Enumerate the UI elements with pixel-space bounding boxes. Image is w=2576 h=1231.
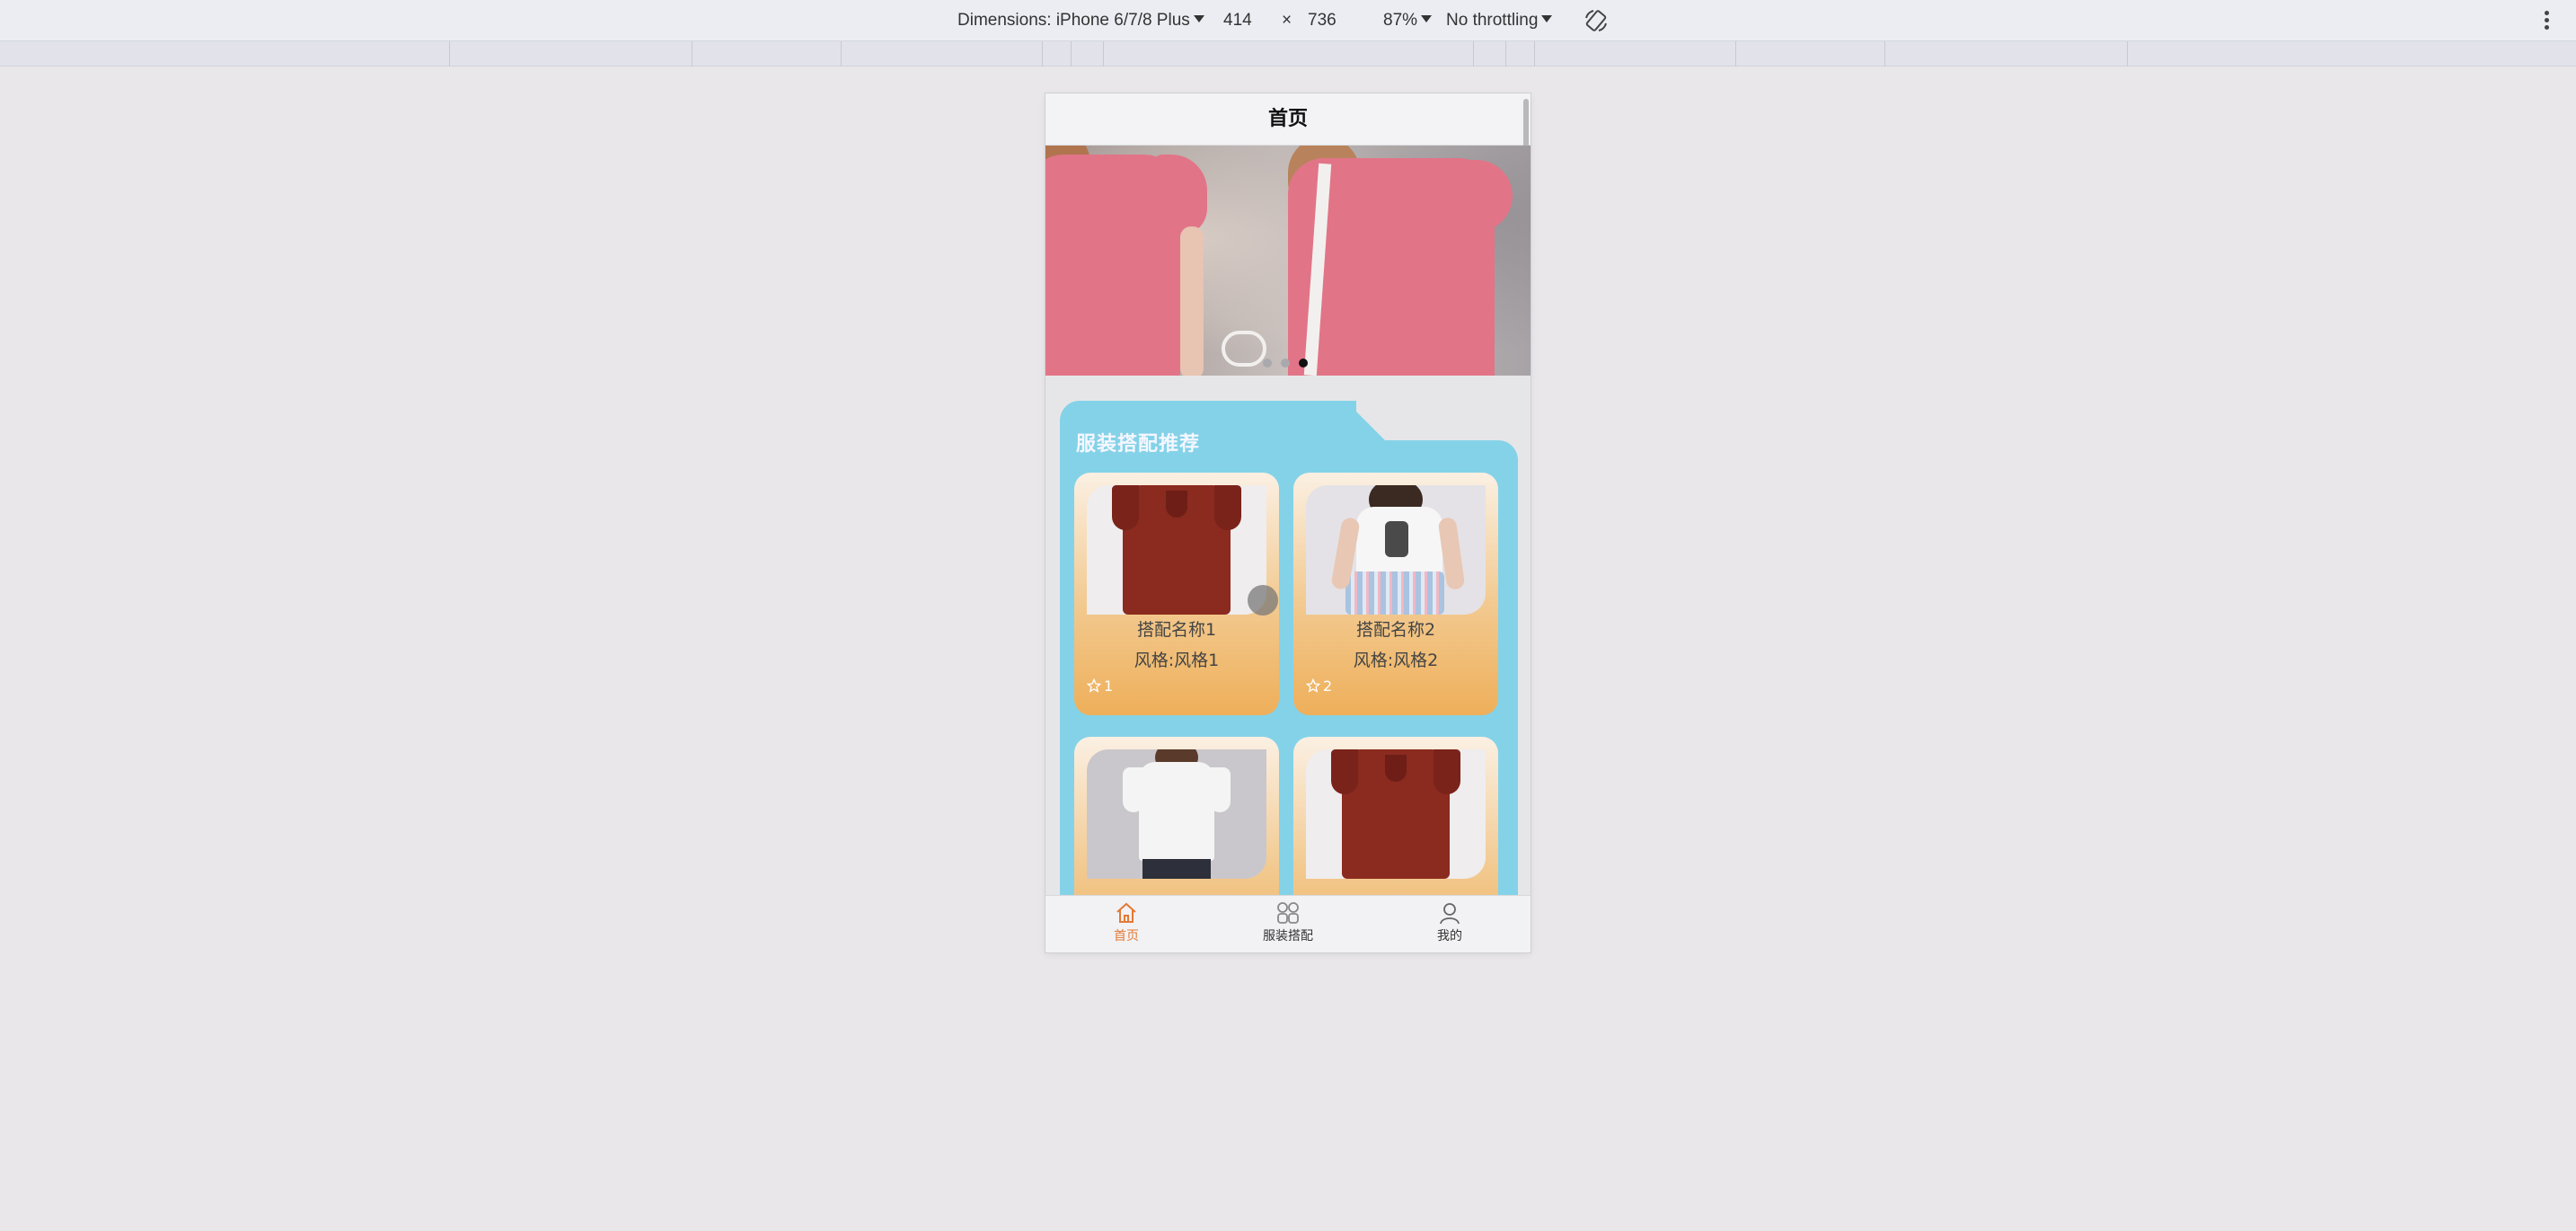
outfit-image: [1306, 749, 1486, 879]
section-tab-slope: [1345, 401, 1387, 442]
tab-outfits[interactable]: 服装搭配: [1207, 901, 1369, 944]
media-query-segment[interactable]: [1473, 41, 1474, 66]
device-select[interactable]: Dimensions: iPhone 6/7/8 Plus: [957, 11, 1204, 31]
grid-icon: [1277, 902, 1299, 924]
page-title: 首页: [1045, 93, 1531, 146]
media-query-segment[interactable]: [1505, 41, 1506, 66]
device-viewport: 首页 服装搭配推荐 搭配名称1 风格:风格1 1 搭配名称2 风格:风格2 2 …: [1045, 93, 1531, 952]
chevron-down-icon: [1193, 15, 1204, 22]
media-query-segment[interactable]: [1071, 41, 1072, 66]
home-icon: [1116, 902, 1136, 923]
outfit-image: [1087, 485, 1266, 615]
carousel-dot[interactable]: [1281, 359, 1290, 368]
carousel-dot[interactable]: [1263, 359, 1272, 368]
media-query-segment[interactable]: [1042, 41, 1043, 66]
tab-mine[interactable]: 我的: [1369, 901, 1531, 944]
banner-carousel[interactable]: [1045, 146, 1531, 376]
tab-outfits-label: 服装搭配: [1263, 929, 1313, 943]
media-query-segment[interactable]: [449, 41, 450, 66]
times-separator: ×: [1282, 11, 1292, 30]
favorite-count[interactable]: 1: [1087, 677, 1113, 695]
section-title: 服装搭配推荐: [1076, 433, 1201, 456]
favorite-count-value: 2: [1323, 677, 1333, 695]
more-options-icon[interactable]: [2542, 9, 2551, 32]
touch-cursor: [1248, 585, 1278, 616]
media-query-segment[interactable]: [1534, 41, 1535, 66]
media-query-bar: [0, 41, 2576, 66]
user-icon: [1440, 903, 1460, 925]
width-input[interactable]: 414: [1223, 11, 1252, 31]
outfit-style: 风格:风格2: [1353, 651, 1439, 670]
height-input[interactable]: 736: [1308, 11, 1337, 31]
outfit-recommend-section: 服装搭配推荐 搭配名称1 风格:风格1 1 搭配名称2 风格:风格2 2: [1060, 401, 1518, 952]
chevron-down-icon: [1421, 15, 1433, 22]
star-icon: [1306, 678, 1320, 693]
device-select-label: Dimensions: iPhone 6/7/8 Plus: [957, 11, 1190, 30]
outfit-style: 风格:风格1: [1134, 651, 1220, 670]
zoom-select[interactable]: 87%: [1383, 11, 1433, 31]
outfit-name: 搭配名称2: [1355, 620, 1436, 640]
carousel-dot-active[interactable]: [1299, 359, 1308, 368]
outfit-name: 搭配名称1: [1136, 620, 1217, 640]
bottom-tab-bar: 首页 服装搭配 我的: [1045, 895, 1531, 952]
media-query-segment[interactable]: [2127, 41, 2128, 66]
media-query-segment[interactable]: [1103, 41, 1104, 66]
carousel-indicators: [1263, 354, 1317, 368]
throttling-label: No throttling: [1446, 11, 1539, 30]
media-query-segment[interactable]: [1735, 41, 1736, 66]
media-query-segment[interactable]: [692, 41, 693, 66]
outfit-image: [1306, 485, 1486, 615]
tab-mine-label: 我的: [1437, 929, 1462, 943]
chevron-down-icon: [1541, 15, 1553, 22]
throttling-select[interactable]: No throttling: [1446, 11, 1553, 31]
favorite-count-value: 1: [1104, 677, 1114, 695]
media-query-segment[interactable]: [1884, 41, 1885, 66]
tab-home-label: 首页: [1114, 929, 1139, 943]
star-icon: [1087, 678, 1101, 693]
media-query-segment[interactable]: [841, 41, 842, 66]
favorite-count[interactable]: 2: [1306, 677, 1332, 695]
outfit-image: [1087, 749, 1266, 879]
devtools-device-toolbar: Dimensions: iPhone 6/7/8 Plus 414 × 736 …: [0, 0, 2576, 41]
zoom-label: 87%: [1383, 11, 1418, 30]
tab-home[interactable]: 首页: [1045, 901, 1207, 944]
rotate-icon[interactable]: [1583, 7, 1610, 34]
outfit-card[interactable]: 搭配名称2 风格:风格2 2: [1293, 473, 1498, 715]
